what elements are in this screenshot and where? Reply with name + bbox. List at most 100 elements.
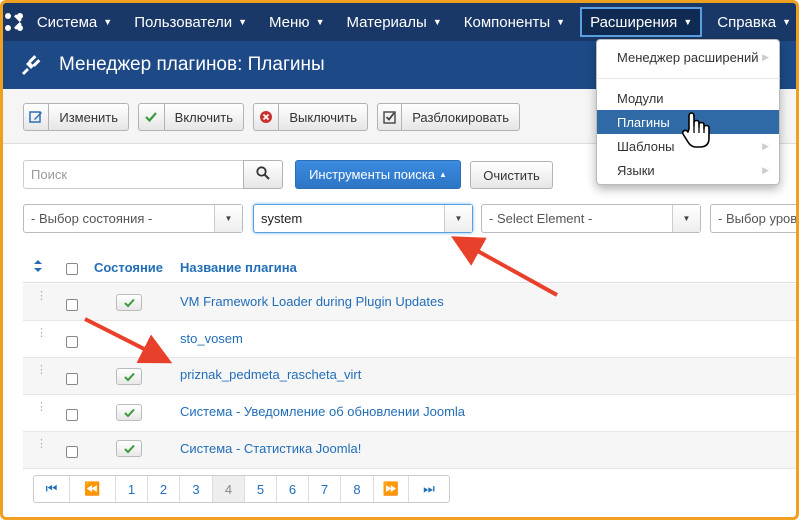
caret-down-icon: ▼	[103, 17, 113, 27]
plugin-link[interactable]: VM Framework Loader during Plugin Update…	[180, 294, 444, 309]
joomla-logo-icon[interactable]	[3, 3, 26, 41]
search-button[interactable]	[243, 160, 283, 189]
disable-button[interactable]: Выключить	[253, 103, 368, 131]
last-page-button[interactable]: ⏭	[409, 476, 449, 502]
caret-down-icon: ▼	[214, 205, 242, 232]
menu-item-templates[interactable]: Шаблоны ▶	[597, 134, 779, 158]
drag-handle-icon[interactable]: ⋮	[36, 402, 48, 413]
nav-users[interactable]: Пользователи ▼	[123, 3, 258, 41]
caret-down-icon: ▼	[782, 17, 791, 27]
nav-components[interactable]: Компоненты ▼	[453, 3, 576, 41]
submenu-arrow-icon: ▶	[762, 164, 769, 175]
caret-up-icon: ▲	[438, 170, 447, 179]
search-icon	[256, 166, 270, 183]
nav-extensions[interactable]: Расширения ▼	[580, 7, 703, 37]
caret-down-icon: ▼	[315, 17, 325, 27]
enabled-status-button[interactable]	[116, 404, 142, 421]
col-state[interactable]: Состояние	[94, 260, 163, 275]
submenu-arrow-icon: ▶	[762, 140, 769, 151]
first-page-icon: ⏮	[45, 481, 58, 496]
check-icon	[123, 372, 135, 381]
row-checkbox[interactable]	[66, 336, 78, 348]
table-row: ⋮ Система - Уведомление об обновлении Jo…	[23, 395, 796, 432]
enabled-status-button[interactable]	[116, 368, 142, 385]
page-4-current: 4	[213, 476, 245, 502]
row-checkbox[interactable]	[66, 299, 78, 311]
drag-handle-icon[interactable]: ⋮	[36, 439, 48, 450]
access-level-select[interactable]: - Выбор уров	[710, 204, 796, 233]
prev-page-icon: ⏪	[84, 481, 101, 496]
caret-down-icon: ▼	[672, 205, 700, 232]
sort-ordering-icon[interactable]	[33, 259, 43, 276]
drag-handle-icon[interactable]: ⋮	[36, 328, 48, 339]
table-row: ⋮ priznak_pedmeta_rascheta_virt	[23, 358, 796, 395]
plugin-link[interactable]: Система - Уведомление об обновлении Joom…	[180, 404, 465, 419]
caret-down-icon: ▼	[238, 17, 248, 27]
enable-button[interactable]: Включить	[138, 103, 244, 131]
menu-item-plugins[interactable]: Плагины	[597, 110, 779, 134]
plugin-link[interactable]: priznak_pedmeta_rascheta_virt	[180, 367, 361, 382]
submenu-arrow-icon: ▶	[762, 51, 769, 62]
drag-handle-icon[interactable]: ⋮	[36, 291, 48, 302]
plugin-link[interactable]: Система - Статистика Joomla!	[180, 441, 361, 456]
menu-item-extension-manager[interactable]: Менеджер расширений ▶	[597, 45, 779, 69]
page-5[interactable]: 5	[245, 476, 277, 502]
prev-page-button[interactable]: ⏪	[70, 476, 116, 502]
edit-button[interactable]: Изменить	[23, 103, 129, 131]
page-1[interactable]: 1	[116, 476, 148, 502]
table-row: ⋮ Система - Статистика Joomla!	[23, 432, 796, 469]
enabled-status-button[interactable]	[116, 294, 142, 311]
table-row: ⋮ sto_vosem	[23, 321, 796, 358]
select-all-checkbox[interactable]	[66, 263, 78, 275]
menu-item-modules[interactable]: Модули	[597, 86, 779, 110]
folder-select[interactable]: system ▼	[253, 204, 473, 233]
caret-down-icon: ▼	[556, 17, 566, 27]
page-7[interactable]: 7	[309, 476, 341, 502]
plugin-link[interactable]: sto_vosem	[180, 331, 243, 346]
checkin-button[interactable]: Разблокировать	[377, 103, 520, 131]
clear-button[interactable]: Очистить	[470, 161, 553, 189]
table-header: Состояние Название плагина	[23, 253, 796, 283]
page-2[interactable]: 2	[148, 476, 180, 502]
page-6[interactable]: 6	[277, 476, 309, 502]
search-input[interactable]	[23, 160, 245, 189]
next-page-button[interactable]: ⏩	[374, 476, 409, 502]
menu-item-languages[interactable]: Языки ▶	[597, 158, 779, 182]
nav-menus[interactable]: Меню ▼	[258, 3, 335, 41]
plug-icon	[19, 52, 49, 79]
page-8[interactable]: 8	[341, 476, 374, 502]
col-plugin-name[interactable]: Название плагина	[180, 260, 297, 275]
page-title: Менеджер плагинов: Плагины	[59, 54, 325, 75]
pagination: ⏮ ⏪ 1 2 3 4 5 6 7 8 ⏩ ⏭	[33, 475, 450, 503]
nav-help[interactable]: Справка ▼	[706, 3, 796, 41]
check-icon	[123, 298, 135, 307]
drag-handle-icon[interactable]: ⋮	[36, 365, 48, 376]
nav-system[interactable]: Система ▼	[26, 3, 123, 41]
row-checkbox[interactable]	[66, 409, 78, 421]
enabled-status-button[interactable]	[116, 440, 142, 457]
caret-down-icon: ▼	[683, 17, 693, 27]
menu-divider	[598, 78, 780, 79]
element-select[interactable]: - Select Element - ▼	[481, 204, 701, 233]
table-row: ⋮ VM Framework Loader during Plugin Upda…	[23, 284, 796, 321]
page-3[interactable]: 3	[180, 476, 213, 502]
row-checkbox[interactable]	[66, 373, 78, 385]
row-checkbox[interactable]	[66, 446, 78, 458]
checkin-icon	[378, 104, 403, 130]
check-icon	[139, 104, 165, 130]
check-icon	[123, 444, 135, 453]
extensions-dropdown-menu: Менеджер расширений ▶ Модули Плагины Шабл…	[596, 39, 780, 185]
caret-down-icon: ▼	[444, 205, 472, 232]
edit-icon	[24, 104, 50, 130]
top-navigation: Система ▼ Пользователи ▼ Меню ▼ Материалы ▼ …	[3, 3, 796, 41]
nav-content[interactable]: Материалы ▼	[335, 3, 452, 41]
last-page-icon: ⏭	[423, 481, 435, 496]
caret-down-icon: ▼	[432, 17, 442, 27]
disable-icon	[254, 104, 280, 130]
state-select[interactable]: - Выбор состояния - ▼	[23, 204, 243, 233]
first-page-button[interactable]: ⏮	[34, 476, 70, 502]
screenshot-frame: Система ▼ Пользователи ▼ Меню ▼ Материалы ▼ …	[0, 0, 799, 520]
next-page-icon: ⏩	[382, 481, 400, 496]
search-tools-button[interactable]: Инструменты поиска ▲	[295, 160, 461, 189]
check-icon	[123, 408, 135, 417]
